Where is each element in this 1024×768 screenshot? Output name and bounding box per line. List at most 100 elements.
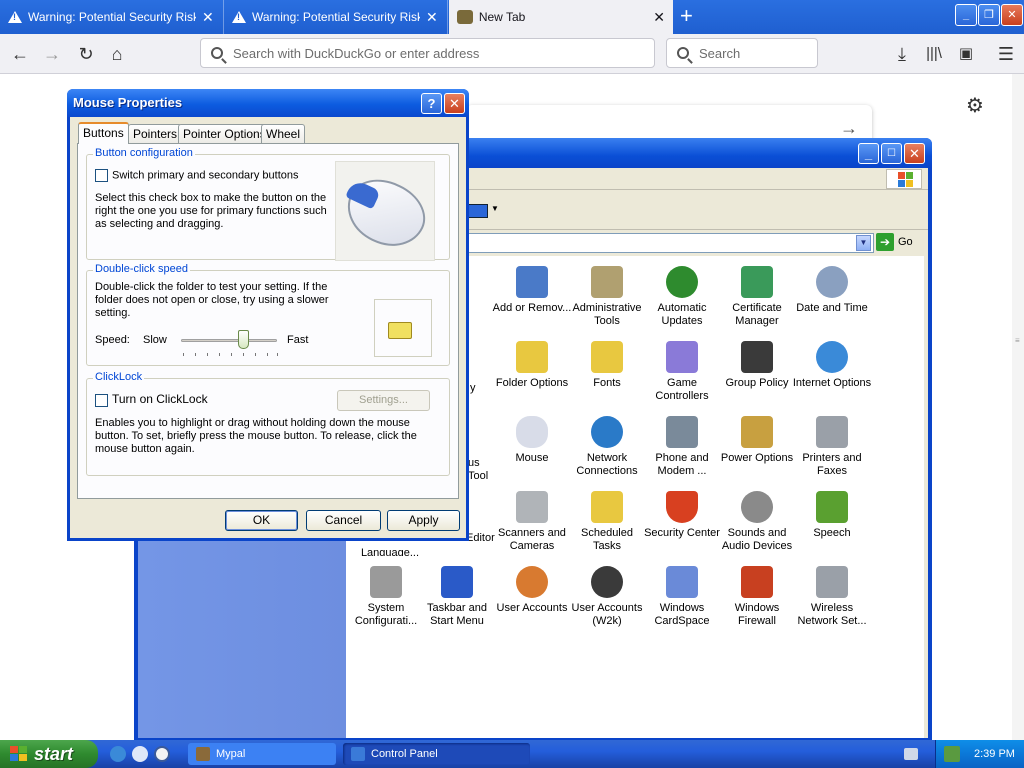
internet-explorer-icon[interactable]: [110, 746, 126, 762]
back-arrow-icon[interactable]: ←: [8, 42, 32, 66]
button-configuration-group: Button configuration Switch primary and …: [86, 147, 450, 261]
keyboard-icon[interactable]: [904, 748, 918, 760]
user-accounts-key-icon: [591, 566, 623, 598]
cp-address-field[interactable]: ▼: [468, 233, 874, 253]
warning-icon: [8, 11, 22, 23]
maximize-button[interactable]: ❐: [978, 4, 1000, 26]
address-bar[interactable]: Search with DuckDuckGo or enter address: [200, 38, 655, 68]
speed-slider-thumb[interactable]: [238, 330, 249, 349]
cp-item-phone-modem[interactable]: Phone and Modem ...: [642, 416, 722, 478]
start-button[interactable]: start: [0, 740, 98, 768]
cp-item-taskbar-start-menu[interactable]: Taskbar and Start Menu: [417, 566, 497, 628]
close-window-button[interactable]: ✕: [1001, 4, 1023, 26]
scroll-grip-icon[interactable]: ≡: [1015, 336, 1021, 352]
search-input[interactable]: Search: [666, 38, 818, 68]
views-dropdown-icon[interactable]: ▼: [491, 204, 499, 213]
clicklock-checkbox[interactable]: [95, 393, 108, 407]
cp-item-printers-faxes[interactable]: Printers and Faxes: [792, 416, 872, 478]
minimize-button[interactable]: _: [955, 4, 977, 26]
menu-hamburger-icon[interactable]: ☰: [994, 42, 1018, 66]
switch-buttons-checkbox-row[interactable]: Switch primary and secondary buttons: [95, 169, 298, 182]
scanner-icon: [516, 491, 548, 523]
taskbar-item-control-panel[interactable]: Control Panel: [343, 743, 530, 765]
go-button[interactable]: ➔ Go: [876, 233, 913, 251]
browser-tab-1[interactable]: Warning: Potential Security Risk Ah ✕: [0, 0, 224, 34]
cp-item-security-center[interactable]: Security Center: [642, 491, 722, 540]
tab-buttons[interactable]: Buttons: [78, 122, 129, 144]
cp-item-network-connections[interactable]: Network Connections: [567, 416, 647, 478]
cp-item-user-accounts-w2k[interactable]: User Accounts (W2k): [567, 566, 647, 628]
gear-icon[interactable]: ⚙: [966, 93, 984, 118]
page-scrollbar[interactable]: ≡: [1012, 74, 1024, 740]
network-tray-icon[interactable]: [944, 746, 960, 762]
outlook-express-icon[interactable]: [132, 746, 148, 762]
phone-icon: [666, 416, 698, 448]
cp-item-mouse[interactable]: Mouse: [492, 416, 572, 465]
scheduled-tasks-icon: [591, 491, 623, 523]
apply-button[interactable]: Apply: [387, 510, 460, 531]
close-tab-icon[interactable]: ✕: [202, 9, 214, 26]
arrow-right-icon[interactable]: →: [840, 118, 858, 139]
dialog-titlebar[interactable]: Mouse Properties ? ✕: [67, 89, 469, 117]
cp-item-fonts[interactable]: Fonts: [567, 341, 647, 390]
clicklock-settings-button[interactable]: Settings...: [337, 390, 430, 411]
clicklock-checkbox-row[interactable]: Turn on ClickLock: [95, 393, 208, 407]
browser-tab-new[interactable]: New Tab ✕: [449, 0, 673, 34]
cp-item-sounds-audio[interactable]: Sounds and Audio Devices: [717, 491, 797, 553]
cp-item-power-options[interactable]: Power Options: [717, 416, 797, 465]
cp-item-windows-cardspace[interactable]: Windows CardSpace: [642, 566, 722, 628]
cp-item-folder-options[interactable]: Folder Options: [492, 341, 572, 390]
cp-maximize-button[interactable]: ☐: [881, 143, 902, 164]
cp-item-group-policy[interactable]: Group Policy: [717, 341, 797, 390]
download-icon[interactable]: ⤓: [890, 42, 914, 66]
media-player-icon[interactable]: [154, 746, 170, 762]
cp-scrollbar[interactable]: [924, 256, 928, 738]
taskbar-item-mypal[interactable]: Mypal: [188, 743, 336, 765]
cp-item-date-time[interactable]: Date and Time: [792, 266, 872, 315]
help-button[interactable]: ?: [421, 93, 442, 114]
cp-close-button[interactable]: ✕: [904, 143, 925, 164]
internet-globe-icon: [816, 341, 848, 373]
cp-item-administrative-tools[interactable]: Administrative Tools: [567, 266, 647, 328]
tab-wheel[interactable]: Wheel: [261, 124, 306, 143]
cp-item-game-controllers[interactable]: Game Controllers: [642, 341, 722, 403]
cp-item-add-remove[interactable]: Add or Remov...: [492, 266, 572, 315]
cp-item-certificate-manager[interactable]: Certificate Manager: [717, 266, 797, 328]
cp-item-system-configuration[interactable]: System Configurati...: [346, 566, 426, 628]
cp-item-speech[interactable]: Speech: [792, 491, 872, 540]
chevron-down-icon[interactable]: ▼: [856, 235, 871, 251]
cp-item-scheduled-tasks[interactable]: Scheduled Tasks: [567, 491, 647, 553]
switch-buttons-checkbox[interactable]: [95, 169, 108, 182]
cp-item-label: Game Controllers: [655, 377, 709, 402]
test-folder-area[interactable]: [374, 299, 432, 357]
sidebar-icon[interactable]: ▣: [954, 42, 978, 66]
dialog-close-button[interactable]: ✕: [444, 93, 465, 114]
views-icon[interactable]: [468, 204, 488, 218]
cp-item-user-accounts[interactable]: User Accounts: [492, 566, 572, 615]
folder-icon[interactable]: [388, 322, 412, 339]
cp-item-wireless-network[interactable]: Wireless Network Set...: [792, 566, 872, 628]
cp-item-windows-firewall[interactable]: Windows Firewall: [717, 566, 797, 628]
clock[interactable]: 2:39 PM: [974, 748, 1015, 760]
cp-item-internet-options[interactable]: Internet Options: [792, 341, 872, 390]
ok-button[interactable]: OK: [225, 510, 298, 531]
cp-item-scanners-cameras[interactable]: Scanners and Cameras: [492, 491, 572, 553]
library-icon[interactable]: |||\: [922, 42, 946, 66]
browser-tab-2[interactable]: Warning: Potential Security Risk Ah ✕: [224, 0, 448, 34]
new-tab-plus-icon[interactable]: +: [680, 5, 693, 27]
reload-icon[interactable]: ↻: [74, 42, 98, 66]
mouse-properties-dialog: Mouse Properties ? ✕ Buttons Pointers Po…: [67, 89, 469, 541]
add-remove-programs-icon: [516, 266, 548, 298]
cancel-button[interactable]: Cancel: [306, 510, 381, 531]
tab-pointers[interactable]: Pointers: [128, 124, 183, 143]
mouse-icon: [516, 416, 548, 448]
forward-arrow-icon[interactable]: →: [40, 42, 64, 66]
home-icon[interactable]: ⌂: [105, 42, 129, 66]
tab-pointer-options[interactable]: Pointer Options: [178, 124, 271, 143]
cp-minimize-button[interactable]: _: [858, 143, 879, 164]
close-tab-icon[interactable]: ✕: [653, 9, 665, 26]
control-panel-icon: [351, 747, 365, 761]
speed-slider-track[interactable]: [181, 339, 277, 342]
cp-item-automatic-updates[interactable]: Automatic Updates: [642, 266, 722, 328]
close-tab-icon[interactable]: ✕: [426, 9, 438, 26]
